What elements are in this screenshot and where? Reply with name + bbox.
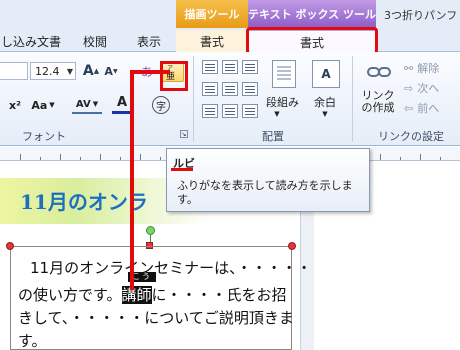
textbox-tools-header: テキスト ボックス ツール (248, 0, 376, 28)
margins-icon[interactable]: A (312, 60, 340, 88)
align-bottom-left-icon[interactable] (202, 104, 218, 118)
shrink-font-button[interactable]: A ▼ (102, 62, 120, 80)
align-middle-center-icon[interactable] (222, 82, 238, 96)
font-group-label: フォント (22, 130, 66, 143)
character-spacing-button[interactable]: AV ▼ (72, 96, 102, 114)
tooltip-title-underline (171, 168, 193, 171)
align-bottom-center-icon[interactable] (222, 104, 238, 118)
grow-font-button[interactable]: A ▲ (82, 62, 100, 80)
arrange-group-label: 配置 (262, 130, 284, 143)
link-group-label: リンクの設定 (378, 130, 444, 143)
drawing-tools-header: 描画ツール (176, 0, 248, 28)
selected-text: 講師 (121, 286, 152, 304)
chevron-down-icon: ▼ (322, 110, 328, 118)
chevron-down-icon: ▼ (92, 100, 99, 108)
body-line-1[interactable]: 11月のオンラインセミナーは、・・・・・ (30, 257, 312, 278)
previous-link-button[interactable]: ⇦ 前へ (404, 100, 456, 116)
next-link-button[interactable]: ⇨ 次へ (404, 80, 456, 96)
align-top-left-icon[interactable] (202, 60, 218, 74)
columns-icon[interactable] (272, 60, 296, 88)
dialog-launcher-icon[interactable]: ↘ (180, 130, 188, 138)
font-name-combo[interactable] (0, 62, 28, 80)
ribbon-tab-strip: 描画ツール テキスト ボックス ツール 3つ折りパンフ し込み文書 校閲 表示 … (0, 0, 460, 53)
font-size-value: 12.4 (35, 64, 60, 78)
tab-review[interactable]: 校閲 (72, 30, 118, 52)
tooltip-description: ふりがなを表示して読み方を示します。 (177, 179, 353, 206)
ruby-tooltip: ルビ ふりがなを表示して読み方を示します。 (166, 148, 370, 212)
align-top-center-icon[interactable] (222, 60, 238, 74)
tab-format-drawing[interactable]: 書式 (176, 30, 248, 52)
change-case-button[interactable]: Aa ▼ (30, 96, 56, 114)
tab-view[interactable]: 表示 (126, 30, 172, 52)
tab-mailings[interactable]: し込み文書 (0, 30, 62, 52)
resize-handle-top-left[interactable] (6, 242, 14, 250)
align-middle-left-icon[interactable] (202, 82, 218, 96)
margins-button[interactable]: 余白 (314, 94, 336, 110)
font-size-combo[interactable]: 12.4 ▼ (30, 62, 76, 80)
previous-icon: ⇦ (404, 101, 414, 115)
body-line-2[interactable]: の使い方です。講師に・・・・氏をお招 (18, 284, 287, 305)
superscript-button[interactable]: x² (4, 96, 26, 114)
break-link-button[interactable]: ⚯ 解除 (404, 60, 456, 76)
ruby-button-highlight (160, 61, 188, 91)
resize-handle-top-right[interactable] (288, 242, 296, 250)
document-heading[interactable]: 11月のオンラ (20, 186, 148, 215)
rotation-handle[interactable] (146, 226, 155, 235)
next-icon: ⇨ (404, 81, 414, 95)
font-color-button[interactable]: A (112, 94, 132, 114)
create-link-button[interactable]: リンクの作成 (360, 90, 396, 114)
chain-link-icon[interactable] (366, 62, 392, 82)
ribbon: 12.4 ▼ A▲ A▼ あ ア 亜 x² Aa▼ AV▼ A 字 フォント ↘… (0, 52, 460, 146)
callout-line-vertical (130, 70, 134, 290)
window-title: 3つ折りパンフ (384, 9, 458, 22)
textbox-format-tab-highlight (246, 27, 378, 55)
chevron-down-icon: ▼ (66, 66, 73, 76)
align-middle-right-icon[interactable] (242, 82, 258, 96)
body-line-3[interactable]: きして、・・・・・についてご説明頂きま (18, 307, 294, 328)
enclose-characters-button[interactable]: 字 (152, 96, 170, 114)
break-link-icon: ⚯ (404, 61, 414, 75)
chevron-down-icon: ▼ (49, 101, 55, 109)
columns-button[interactable]: 段組み (266, 94, 299, 110)
align-bottom-right-icon[interactable] (242, 104, 258, 118)
chevron-down-icon: ▼ (274, 110, 280, 118)
body-line-4[interactable]: す。 (18, 330, 47, 350)
align-top-right-icon[interactable] (242, 60, 258, 74)
